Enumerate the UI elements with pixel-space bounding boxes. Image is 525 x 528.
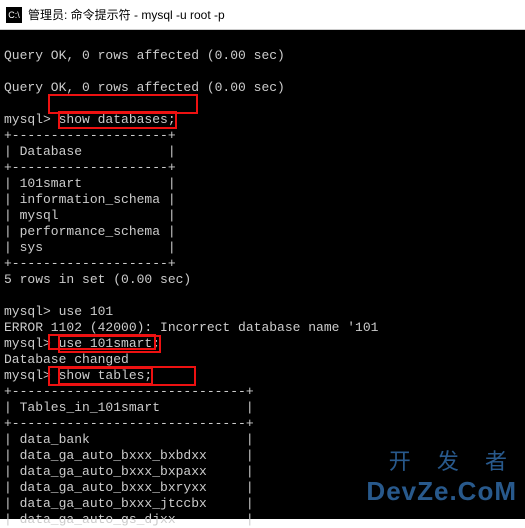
output-line: | data_ga_auto_gs_djxx |	[4, 512, 254, 527]
prompt: mysql>	[4, 112, 59, 127]
highlighted-command: show databases;	[59, 112, 176, 128]
output-line: ERROR 1102 (42000): Incorrect database n…	[4, 320, 378, 335]
output-line: | Tables_in_101smart |	[4, 400, 254, 415]
prompt: mysql>	[4, 368, 59, 383]
output-line: Query OK, 0 rows affected (0.00 sec)	[4, 48, 285, 63]
output-line: | performance_schema |	[4, 224, 176, 239]
output-line: | sys |	[4, 240, 176, 255]
output-line: | data_bank |	[4, 432, 254, 447]
output-line: | mysql |	[4, 208, 176, 223]
output-line: | Database |	[4, 144, 176, 159]
output-line: | 101smart |	[4, 176, 176, 191]
highlighted-command: use 101smart;	[59, 336, 160, 352]
window-titlebar: C:\ 管理员: 命令提示符 - mysql -u root -p	[0, 0, 525, 30]
output-line: +--------------------+	[4, 256, 176, 271]
output-line: +--------------------+	[4, 160, 176, 175]
window-title: 管理员: 命令提示符 - mysql -u root -p	[28, 6, 225, 23]
output-line: | data_ga_auto_bxxx_bxryxx |	[4, 480, 254, 495]
output-line: +--------------------+	[4, 128, 176, 143]
output-line: Database changed	[4, 352, 129, 367]
terminal-output[interactable]: Query OK, 0 rows affected (0.00 sec) Que…	[0, 30, 525, 519]
terminal-icon: C:\	[6, 7, 22, 23]
output-line: mysql> use 101	[4, 304, 113, 319]
output-line: | information_schema |	[4, 192, 176, 207]
highlight-box	[48, 94, 198, 114]
highlighted-command: show tables;	[59, 368, 153, 384]
output-line: 5 rows in set (0.00 sec)	[4, 272, 191, 287]
output-line: Query OK, 0 rows affected (0.00 sec)	[4, 80, 285, 95]
prompt: mysql>	[4, 336, 59, 351]
output-line: +------------------------------+	[4, 384, 254, 399]
output-line: +------------------------------+	[4, 416, 254, 431]
output-line: | data_ga_auto_bxxx_jtccbx |	[4, 496, 254, 511]
output-line: | data_ga_auto_bxxx_bxbdxx |	[4, 448, 254, 463]
output-line: | data_ga_auto_bxxx_bxpaxx |	[4, 464, 254, 479]
